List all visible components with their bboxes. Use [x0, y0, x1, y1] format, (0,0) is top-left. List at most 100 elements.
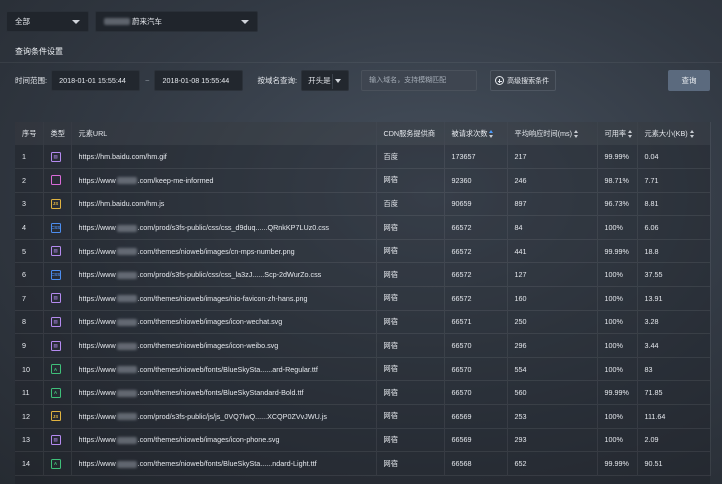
img-icon: ▧: [50, 316, 61, 327]
table-row[interactable]: 3 JS https://hm.baidu.com/hm.js 百度 90659 897 9…: [15, 192, 711, 216]
table-row[interactable]: 7 ▧ https://www .com/themes/nioweb/images/n…: [15, 286, 711, 311]
resp-time-cell: 296: [507, 333, 598, 358]
col-size-header[interactable]: 元素大小(KB): [637, 122, 711, 145]
resp-time-cell: 554: [507, 357, 598, 381]
end-time-field[interactable]: 2018-01-08 15:55:44: [154, 70, 244, 91]
results-table: 序号 类型 元素URL CDN服务提供商 被请求次数 平均响应时间(ms) 可用…: [15, 122, 711, 484]
index-cell: 14: [15, 451, 44, 476]
redacted-text: [116, 295, 137, 303]
col-index-header: 序号: [15, 122, 44, 145]
resp-time-cell: 293: [507, 428, 598, 452]
table-row[interactable]: 11 Ahttps://www .com/themes/nioweb/fonts/B…: [15, 380, 711, 405]
font-icon: A: [50, 387, 61, 398]
domain-query-label: 按域名查询:: [257, 76, 298, 85]
cdn-cell: 网宿: [376, 428, 445, 452]
table-row[interactable]: 8 ▧ https://www .com/themes/nioweb/images/i…: [15, 310, 711, 334]
size-cell: 83: [637, 357, 711, 381]
requests-cell: 66568: [444, 451, 508, 476]
index-cell: 5: [15, 239, 44, 263]
table-row[interactable]: 2 https://www .com/keep-me-informed 网宿 92360…: [15, 168, 711, 193]
url-cell[interactable]: https://www .com/themes/nioweb/fonts/Blue…: [71, 451, 377, 476]
cdn-cell: 网宿: [376, 239, 445, 263]
requests-cell: 66570: [444, 333, 508, 358]
domain-search-input[interactable]: [361, 70, 478, 91]
url-cell[interactable]: https://www .com/themes/nioweb/images/nio…: [71, 286, 377, 311]
col-availability-header[interactable]: 可用率: [597, 122, 638, 145]
site-select-value: 蔚来汽车: [132, 17, 162, 26]
url-cell[interactable]: https://www .com/themes/nioweb/fonts/Blue…: [71, 357, 377, 381]
size-cell: 18.8: [637, 239, 711, 263]
index-cell: 9: [15, 333, 44, 358]
divider: [332, 74, 334, 89]
redacted-text: [116, 271, 137, 279]
requests-cell: 66569: [444, 404, 508, 429]
font-icon: A: [50, 364, 61, 375]
url-cell[interactable]: https://www .com/prod/s3fs-public/css/css…: [71, 262, 377, 287]
size-cell: 0.04: [637, 145, 711, 169]
table-row[interactable]: 1 ▧ https://hm.baidu.com/hm.gif 百度 173657 217…: [15, 145, 711, 169]
advanced-search-button[interactable]: 高级搜索条件: [490, 70, 557, 91]
url-cell[interactable]: https://www .com/themes/nioweb/images/ico…: [71, 333, 377, 358]
chevron-down-icon: [241, 20, 249, 24]
cdn-cell: 网宿: [376, 451, 445, 476]
img-icon: ▧: [50, 293, 61, 304]
url-cell[interactable]: https://hm.baidu.com/hm.gif: [71, 145, 377, 169]
css-icon: CSS: [50, 269, 61, 280]
resp-time-cell: 652: [507, 451, 598, 476]
url-cell[interactable]: https://www .com/themes/nioweb/images/ico…: [71, 310, 377, 334]
end-time-value: 2018-01-08 15:55:44: [162, 76, 230, 85]
type-cell: ▧: [43, 286, 72, 311]
redacted-text: [116, 366, 137, 374]
col-resp-time-header[interactable]: 平均响应时间(ms): [507, 122, 598, 145]
col-requests-header[interactable]: 被请求次数: [444, 122, 508, 145]
index-cell: 2: [15, 168, 44, 193]
plus-circle-icon: [495, 76, 505, 85]
size-cell: 3.28: [637, 310, 711, 334]
table-row[interactable]: 13 ▧ https://www .com/themes/nioweb/images/…: [15, 428, 711, 452]
url-cell[interactable]: https://www .com/keep-me-informed: [71, 168, 377, 193]
time-range-label: 时间范围:: [15, 76, 48, 85]
js-icon: JS: [50, 411, 61, 422]
table-row[interactable]: 6 CSS https://www .com/prod/s3fs-public/css…: [15, 262, 711, 287]
availability-cell: 100%: [597, 404, 638, 429]
type-cell: ▧: [43, 333, 72, 358]
index-cell: 12: [15, 404, 44, 429]
redacted-text: [116, 342, 137, 350]
url-cell[interactable]: https://www .com/themes/nioweb/images/cn-…: [71, 239, 377, 263]
requests-cell: 66572: [444, 262, 508, 287]
type-cell: JS: [43, 192, 72, 216]
url-cell[interactable]: https://hm.baidu.com/hm.js: [71, 192, 377, 216]
table-row[interactable]: 14 Ahttps://www .com/themes/nioweb/fonts/B…: [15, 451, 711, 476]
table-row[interactable]: 12 JS https://www .com/prod/s3fs-public/js/…: [15, 404, 711, 429]
index-cell: 11: [15, 380, 44, 405]
js-icon: JS: [50, 198, 61, 209]
table-row[interactable]: 9 ▧ https://www .com/themes/nioweb/images/i…: [15, 333, 711, 358]
img-icon: ▧: [50, 434, 61, 445]
size-cell: 13.91: [637, 286, 711, 311]
sort-icon[interactable]: [489, 129, 494, 138]
url-cell[interactable]: https://www .com/prod/s3fs-public/css/css…: [71, 215, 377, 240]
table-row[interactable]: 4 CSS https://www .com/prod/s3fs-public/css…: [15, 215, 711, 240]
size-cell: 90.51: [637, 451, 711, 476]
table-header-row: 序号 类型 元素URL CDN服务提供商 被请求次数 平均响应时间(ms) 可用…: [15, 122, 711, 145]
url-cell[interactable]: https://www .com/themes/nioweb/fonts/Blue…: [71, 380, 377, 405]
resp-time-cell: 441: [507, 239, 598, 263]
resp-time-cell: 217: [507, 145, 598, 169]
table-row[interactable]: 10 Ahttps://www .com/themes/nioweb/fonts/B…: [15, 357, 711, 381]
sort-icon[interactable]: [689, 129, 695, 138]
availability-cell: 100%: [597, 262, 638, 287]
sort-icon[interactable]: [574, 129, 579, 138]
query-button[interactable]: 查询: [668, 70, 710, 91]
site-select[interactable]: 蔚来汽车: [95, 11, 258, 32]
requests-cell: 92360: [444, 168, 508, 193]
start-time-field[interactable]: 2018-01-01 15:55:44: [51, 70, 141, 91]
url-cell[interactable]: https://www .com/themes/nioweb/images/ico…: [71, 428, 377, 452]
cdn-cell: 网宿: [376, 310, 445, 334]
table-row[interactable]: 5 ▧ https://www .com/themes/nioweb/images/c…: [15, 239, 711, 263]
index-cell: 6: [15, 262, 44, 287]
resp-time-cell: 250: [507, 310, 598, 334]
scope-select[interactable]: 全部: [6, 11, 89, 32]
url-cell[interactable]: https://www .com/prod/s3fs-public/js/js_0…: [71, 404, 377, 429]
sort-icon[interactable]: [628, 129, 633, 138]
match-mode-select[interactable]: 开头是: [301, 70, 350, 91]
